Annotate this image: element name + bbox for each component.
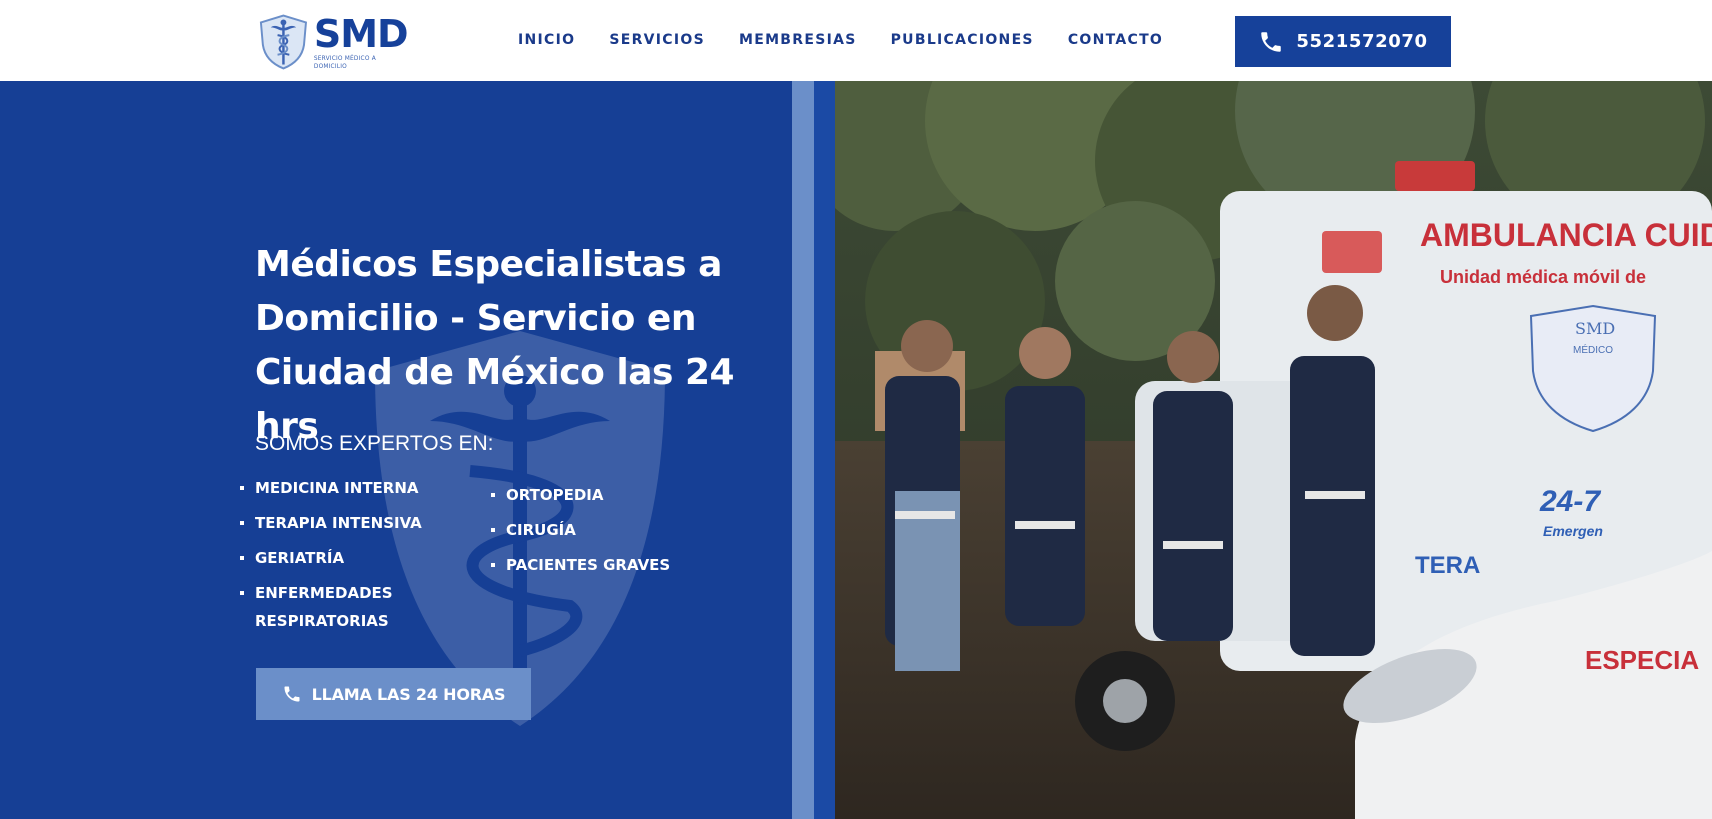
hero-panel: Médicos Especialistas a Domicilio - Serv… [0,81,792,819]
site-logo[interactable]: SMD SERVICIO MÉDICO A DOMICILIO [257,12,409,72]
side-text: TERA [1415,552,1480,579]
list-item: MEDICINA INTERNA [240,474,475,502]
nav-inicio[interactable]: INICIO [518,32,575,48]
logo-subtitle: SERVICIO MÉDICO A DOMICILIO [313,54,376,70]
header-phone-button[interactable]: 5521572070 [1235,16,1451,67]
call-24h-button[interactable]: LLAMA LAS 24 HORAS [256,668,531,720]
badge-text: Emergen [1543,523,1603,539]
experts-heading: SOMOS EXPERTOS EN: [255,432,494,455]
nav-membresias[interactable]: MEMBRESIAS [739,32,857,48]
hero-photo-ambulance-team: AMBULANCIA CUIDADO Unidad médica móvil d… [835,81,1712,819]
header-phone-number: 5521572070 [1296,31,1428,52]
specialties-list-primary: MEDICINA INTERNA TERAPIA INTENSIVA GERIA… [240,474,475,642]
specialties-list-secondary: ORTOPEDIA CIRUGÍA PACIENTES GRAVES [491,481,726,586]
ambulance-subtitle: Unidad médica móvil de [1440,267,1646,287]
caduceus-shield-icon [259,14,308,70]
car-text: ESPECIA [1585,645,1699,675]
phone-icon [284,686,300,702]
main-nav: INICIO SERVICIOS MEMBRESIAS PUBLICACIONE… [518,32,1197,48]
list-item: CIRUGÍA [491,516,726,544]
nav-publicaciones[interactable]: PUBLICACIONES [891,32,1034,48]
list-item: PACIENTES GRAVES [491,551,726,579]
list-item: ORTOPEDIA [491,481,726,509]
hero-photo-illustration: AMBULANCIA CUIDADO Unidad médica móvil d… [835,81,1712,819]
list-item: GERIATRÍA [240,544,475,572]
nav-contacto[interactable]: CONTACTO [1068,32,1163,48]
emblem-text: SMD [1575,319,1615,338]
hero-title: Médicos Especialistas a Domicilio - Serv… [255,244,735,447]
list-item: TERAPIA INTENSIVA [240,509,475,537]
emblem-sub: MÉDICO [1573,343,1613,356]
call-24h-label: LLAMA LAS 24 HORAS [311,684,506,704]
site-header: SMD SERVICIO MÉDICO A DOMICILIO INICIO S… [0,0,1712,81]
ambulance-title: AMBULANCIA CUIDADO [1420,217,1712,253]
accent-stripe-dark [814,81,835,819]
nav-servicios[interactable]: SERVICIOS [609,32,705,48]
accent-stripe [792,81,814,819]
badge-24-7: 24-7 [1539,485,1601,518]
phone-icon [1261,31,1282,52]
list-item: ENFERMEDADES RESPIRATORIAS [240,579,475,635]
logo-wordmark: SMD [313,12,409,56]
